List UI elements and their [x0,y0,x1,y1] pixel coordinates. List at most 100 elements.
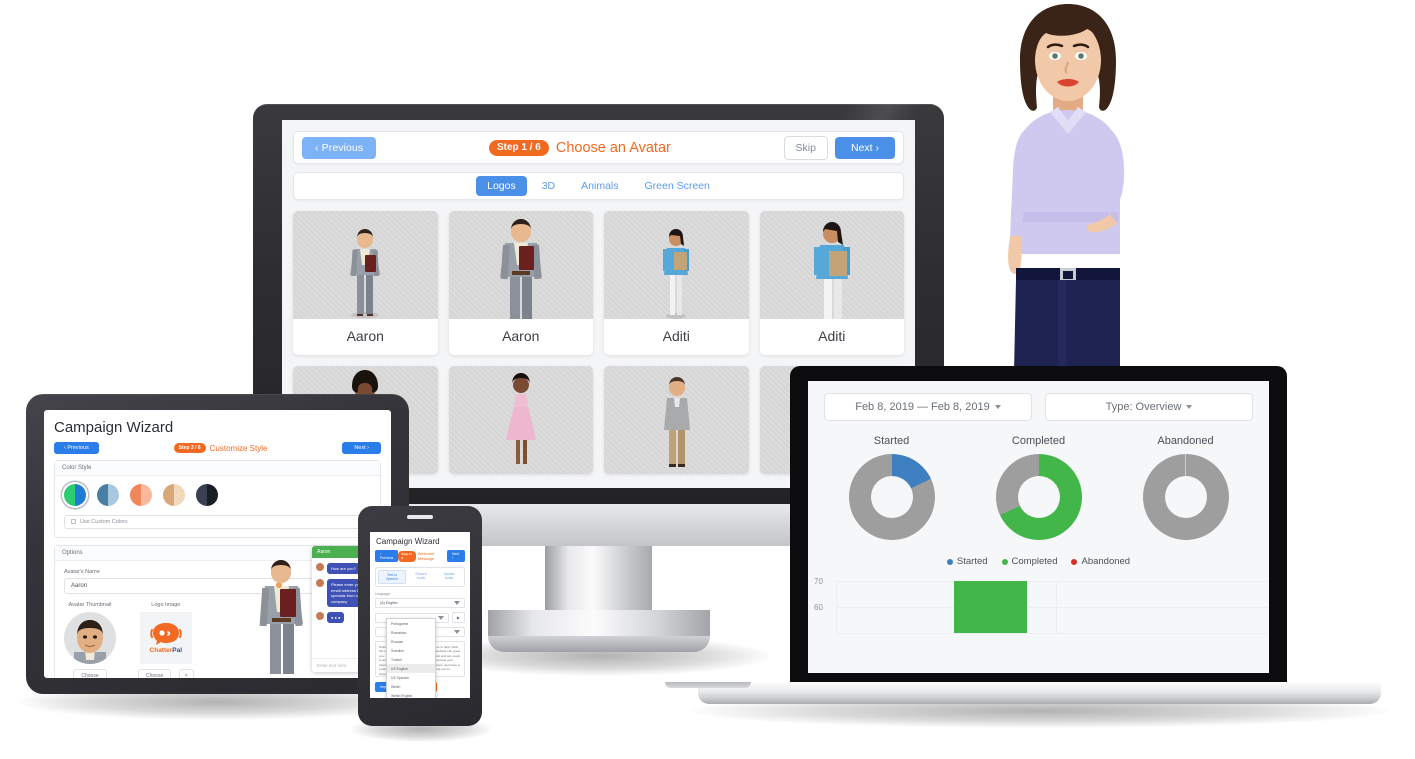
tab-logos[interactable]: Logos [476,176,527,196]
chat-bubble: How are you? [327,563,360,575]
gridline [836,581,1269,582]
legend-dot-icon [1071,558,1078,565]
avatar-card[interactable] [604,366,749,474]
man-suit-folder-icon [350,229,381,318]
swatch-tan[interactable] [163,484,185,506]
avatar-image [759,211,904,319]
donut-completed [995,454,1082,540]
next-button[interactable]: Next › [834,136,895,159]
man-portrait-icon [74,620,106,664]
donut-chart-started: Started [848,435,935,540]
y-tick-label: 70 [814,577,823,586]
avatar-thumbnail[interactable] [64,612,116,664]
tablet-step-badge: Step 3 / 6 [173,443,206,453]
wizard-toolbar: ‹ Previous Step 1 / 6 Choose an Avatar S… [293,131,904,164]
legend-item-abandoned: Abandoned [1071,556,1130,567]
avatar-name: Aaron [502,328,540,344]
language-option[interactable]: Swedish [387,646,435,655]
gridline [1056,581,1057,633]
step-badge: Step 1 / 6 [488,139,549,156]
monitor-stand-base [488,636,710,652]
language-option-selected[interactable]: US English [387,664,435,673]
tab-upload-audio[interactable]: Upload Audio [436,570,462,584]
phone-wizard-toolbar: ‹ Previous Step 4 / 6 Welcome Message Ne… [370,550,470,562]
color-swatch-list [64,484,371,506]
logo-image[interactable]: ChatterPal [139,612,192,664]
date-range-value: Feb 8, 2019 — Feb 8, 2019 [855,401,990,413]
speaker-icon[interactable]: ▶ [451,612,465,623]
wizard-step-group: Step 1 / 6 Choose an Avatar [488,139,671,156]
chat-bubble: ● ● ● [327,611,345,624]
language-dropdown[interactable]: Portuguese Romanian Russian Swedish Turk… [386,618,436,698]
tab-3d[interactable]: 3D [531,176,566,196]
avatar-name: Aditi [662,328,690,344]
use-custom-colors-select[interactable]: Use Custom Colors [64,515,371,529]
swatch-orange[interactable] [130,484,152,506]
donut-title: Abandoned [1157,435,1214,447]
type-select[interactable]: Type: Overview [1045,393,1253,421]
language-option[interactable]: Welsh English [387,691,435,698]
color-style-title: Color Style [55,461,380,476]
tab-green-screen[interactable]: Green Screen [634,176,721,196]
language-option[interactable]: US Spanish [387,673,435,682]
skip-button[interactable]: Skip [783,135,828,160]
tab-text-to-speech[interactable]: Text to Speech [378,570,406,584]
choose-logo-row: Choose × [138,664,194,678]
avatar-name: Aaron [346,328,384,344]
chevron-down-icon [454,601,460,605]
axis-line [836,581,837,633]
avatar-card[interactable]: Aaron [448,211,593,355]
tablet-next-button[interactable]: Next › [342,442,381,454]
date-range-select[interactable]: Feb 8, 2019 — Feb 8, 2019 [824,393,1032,421]
logo-image-caption: Logo Image [151,602,181,608]
laptop-device: Feb 8, 2019 — Feb 8, 2019 Type: Overview… [790,366,1287,682]
tablet-previous-button[interactable]: ‹ Previous [54,442,99,454]
phone-screen: Campaign Wizard ‹ Previous Step 4 / 6 We… [370,532,470,698]
chart-legend: Started Completed Abandoned [808,556,1269,567]
avatar-card[interactable] [448,366,593,474]
avatar-card[interactable]: Aditi [604,211,749,355]
language-option[interactable]: Russian [387,637,435,646]
tab-record-audio[interactable]: Record Audio [408,570,434,584]
color-style-body: Use Custom Colors [55,476,380,537]
swatch-dark[interactable] [196,484,218,506]
chatterpal-wordmark: ChatterPal [149,647,183,655]
language-select[interactable]: (A) English [375,598,465,608]
legend-label: Completed [1011,556,1058,567]
avatar-image [448,211,593,319]
donut-chart-row: Started Completed Abandoned [808,421,1269,540]
choose-thumbnail-button[interactable]: Choose [73,669,107,678]
hero-avatar [958,0,1178,372]
language-option[interactable]: Portuguese [387,619,435,628]
phone-step-group: Step 4 / 6 Welcome Message [398,550,447,562]
previous-button[interactable]: ‹ Previous [302,136,377,159]
avatar-card[interactable]: Aditi [759,211,904,355]
phone-page-title: Welcome Message [417,551,435,561]
tab-animals[interactable]: Animals [570,176,629,196]
type-value: Type: Overview [1105,401,1182,413]
remove-logo-button[interactable]: × [178,669,194,678]
choose-logo-button[interactable]: Choose [138,669,172,678]
avatar [316,563,324,571]
chevron-down-icon [1186,405,1193,409]
swatch-green[interactable] [64,484,86,506]
language-option[interactable]: Romanian [387,628,435,637]
donut-title: Completed [1011,435,1066,447]
avatar-card[interactable]: Aaron [293,211,438,355]
swatch-blue[interactable] [97,484,119,506]
legend-item-started: Started [946,556,988,567]
language-option[interactable]: Turkish [387,655,435,664]
phone-previous-button[interactable]: ‹ Previous [375,550,399,562]
language-option[interactable]: Welsh [387,682,435,691]
donut-abandoned [1142,454,1229,540]
bar-chart-grid [836,581,1269,634]
checkbox-icon[interactable] [71,519,76,525]
man-suit-folder-icon [259,560,303,674]
language-value: (A) English [380,601,398,605]
donut-chart-abandoned: Abandoned [1142,435,1229,540]
phone-next-button[interactable]: Next › [447,550,465,562]
phone-step-badge: Step 4 / 6 [398,550,416,562]
tablet-preview-avatar [248,556,314,674]
legend-dot-icon [946,558,953,565]
avatar [316,611,324,620]
